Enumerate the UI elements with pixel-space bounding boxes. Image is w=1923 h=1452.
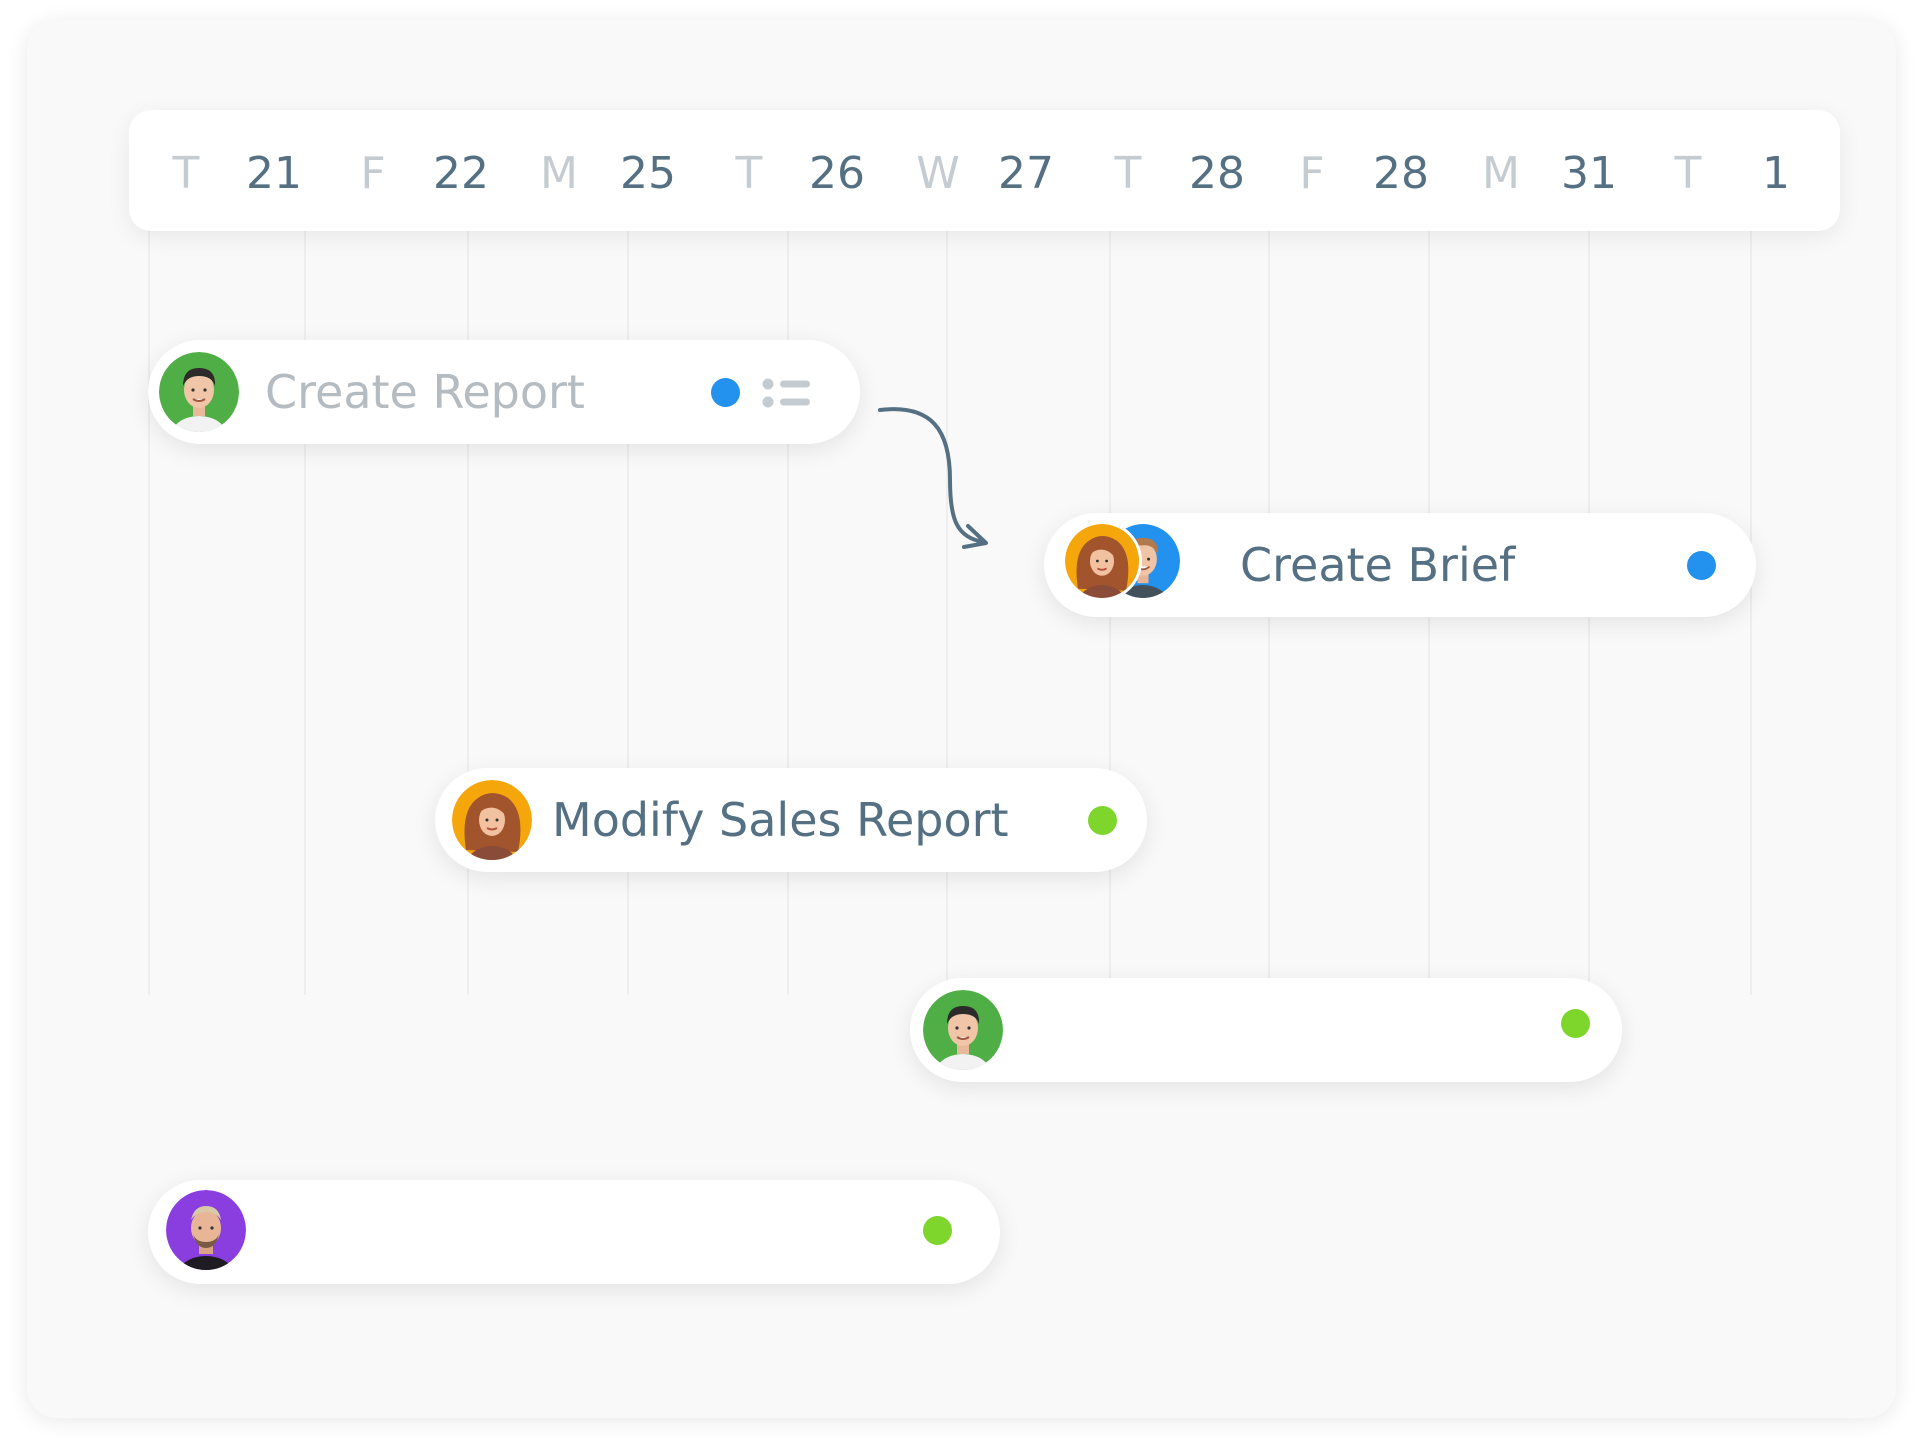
task-title: Create Brief — [1240, 538, 1516, 592]
day-number: 25 — [620, 148, 676, 199]
day-number: 21 — [246, 148, 302, 199]
task-bar[interactable] — [148, 1180, 1000, 1284]
day-letter: M — [540, 148, 578, 199]
gridline — [148, 230, 150, 995]
dependency-arrow-icon — [878, 407, 988, 549]
task-title: Modify Sales Report — [552, 793, 1009, 847]
task-bar-create-report[interactable]: Create Report — [148, 340, 860, 444]
day-letter: T — [172, 148, 200, 199]
assignee-avatar[interactable] — [923, 990, 1003, 1070]
date-header: T 21 F 22 M 25 T 26 W 27 T 28 F 28 M 31 … — [129, 110, 1840, 231]
day-letter: T — [1114, 148, 1142, 199]
task-bar[interactable] — [910, 978, 1622, 1082]
day-letter: W — [916, 148, 960, 199]
list-icon[interactable] — [762, 378, 814, 412]
assignee-avatar[interactable] — [166, 1190, 246, 1270]
assignee-avatar[interactable] — [159, 352, 239, 432]
task-bar-modify-sales-report[interactable]: Modify Sales Report — [435, 768, 1147, 872]
day-letter: F — [1299, 148, 1325, 199]
gridline — [946, 230, 948, 995]
day-number: 28 — [1373, 148, 1429, 199]
status-dot — [1687, 551, 1716, 580]
assignee-avatar[interactable] — [452, 780, 532, 860]
task-title: Create Report — [265, 365, 585, 419]
assignee-avatar[interactable] — [1062, 521, 1142, 601]
status-dot — [1561, 1009, 1590, 1038]
day-number: 1 — [1762, 148, 1790, 199]
day-number: 26 — [809, 148, 865, 199]
day-letter: T — [1674, 148, 1702, 199]
day-number: 27 — [998, 148, 1054, 199]
day-letter: T — [735, 148, 763, 199]
status-dot — [711, 378, 740, 407]
status-dot — [1088, 806, 1117, 835]
day-number: 28 — [1189, 148, 1245, 199]
task-bar-create-brief[interactable]: Create Brief — [1044, 513, 1756, 617]
status-dot — [923, 1216, 952, 1245]
day-letter: M — [1482, 148, 1520, 199]
gridline — [1750, 230, 1752, 995]
day-letter: F — [360, 148, 386, 199]
day-number: 22 — [433, 148, 489, 199]
day-number: 31 — [1561, 148, 1617, 199]
